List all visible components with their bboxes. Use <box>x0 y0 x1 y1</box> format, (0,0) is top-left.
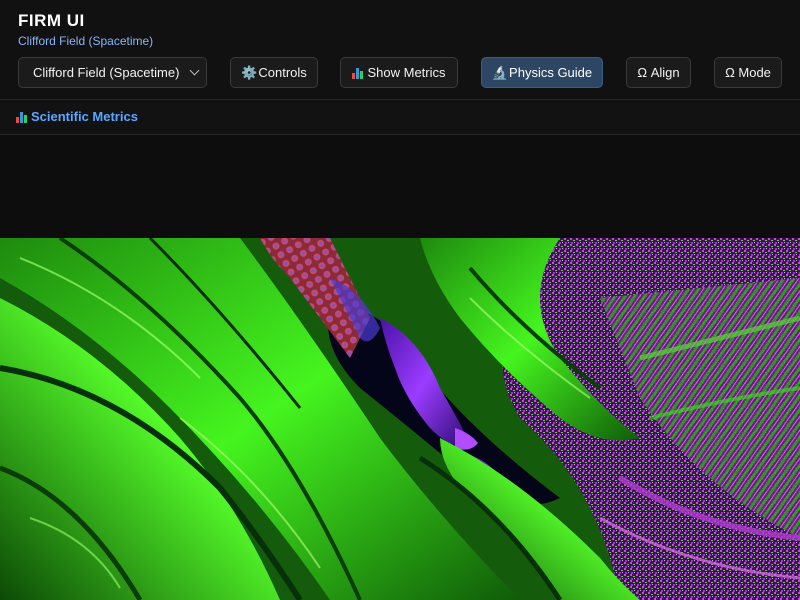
show-metrics-button[interactable]: Show Metrics <box>340 57 458 88</box>
omega-mode-button-label: Ω Mode <box>725 65 771 80</box>
controls-button[interactable]: ⚙️ Controls <box>230 57 318 88</box>
controls-button-label: Controls <box>258 65 307 80</box>
field-render-canvas[interactable] <box>0 238 800 600</box>
scientific-metrics-label: Scientific Metrics <box>31 109 138 124</box>
omega-align-button-label: Ω Align <box>637 65 680 80</box>
omega-mode-button[interactable]: Ω Mode <box>714 57 782 88</box>
omega-align-button[interactable]: Ω Align <box>626 57 691 88</box>
scientific-metrics-toggle[interactable]: Scientific Metrics <box>16 109 138 124</box>
app-title: FIRM UI <box>18 11 85 30</box>
physics-guide-button-label: Physics Guide <box>509 65 593 80</box>
physics-guide-button[interactable]: 🔬 Physics Guide <box>481 57 603 88</box>
chevron-down-icon <box>189 65 200 76</box>
field-select[interactable]: Clifford Field (Spacetime) <box>18 57 207 88</box>
field-select-value: Clifford Field (Spacetime) <box>33 65 180 80</box>
bar-chart-icon <box>352 67 365 79</box>
header: FIRM UI Clifford Field (Spacetime) Cliff… <box>0 0 800 100</box>
microscope-icon: 🔬 <box>491 65 509 80</box>
app-window: FIRM UI Clifford Field (Spacetime) Cliff… <box>0 0 800 600</box>
bar-chart-icon <box>16 111 29 123</box>
show-metrics-button-label: Show Metrics <box>367 65 446 80</box>
gear-icon: ⚙️ <box>241 65 258 80</box>
field-visualization <box>0 238 800 600</box>
scientific-metrics-bar: Scientific Metrics <box>0 100 800 135</box>
app-subtitle: Clifford Field (Spacetime) <box>18 34 154 48</box>
metrics-content-area <box>0 135 800 238</box>
